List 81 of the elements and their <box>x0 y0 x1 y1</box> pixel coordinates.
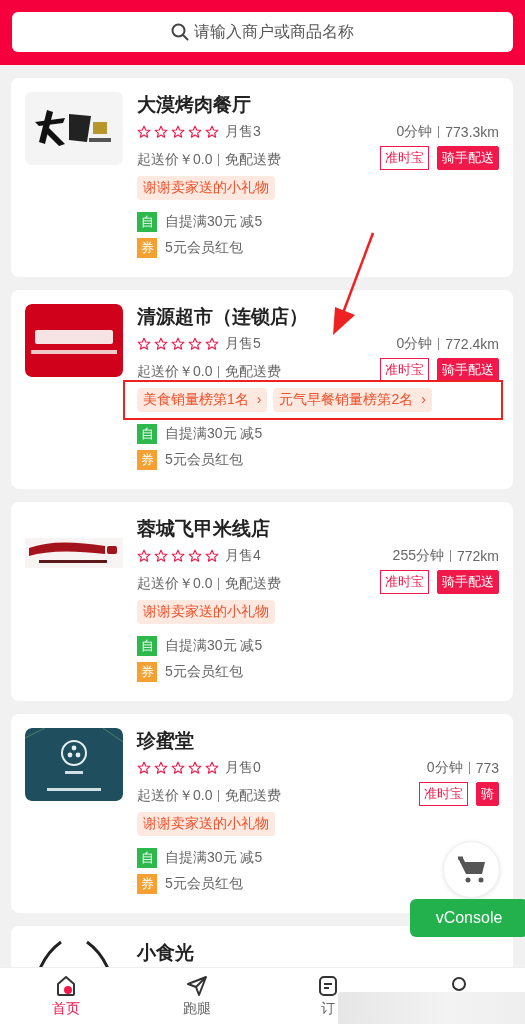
monthly-sales: 月售3 <box>225 123 261 141</box>
monthly-sales: 月售5 <box>225 335 261 353</box>
star-icon <box>171 337 185 351</box>
service-tag: 骑 <box>476 782 499 806</box>
store-name: 珍蜜堂 <box>137 729 194 753</box>
delivery-time: 0分钟 <box>396 123 433 141</box>
star-icon <box>188 761 202 775</box>
star-icon <box>205 125 219 139</box>
tab[interactable]: 首页 <box>0 968 132 1024</box>
promo-text: 5元会员红包 <box>165 451 243 469</box>
promo-badge: 券 <box>137 874 157 894</box>
service-tag: 准时宝 <box>419 782 468 806</box>
gift-badge: 谢谢卖家送的小礼物 <box>137 600 275 624</box>
star-icon <box>154 125 168 139</box>
store-name: 大漠烤肉餐厅 <box>137 93 251 117</box>
distance: 773.3km <box>445 124 499 140</box>
store-name: 小食光 <box>137 941 194 965</box>
promo-badge: 券 <box>137 238 157 258</box>
cart-icon <box>456 855 487 884</box>
delivery-fee: 免配送费 <box>225 363 282 381</box>
star-icon <box>154 337 168 351</box>
delivery-fee: 免配送费 <box>225 151 282 169</box>
minimum-order: 起送价￥0.0 <box>137 363 213 381</box>
search-icon <box>170 23 189 41</box>
minimum-order: 起送价￥0.0 <box>137 575 213 593</box>
store-name: 清源超市（连锁店） <box>137 305 308 329</box>
star-icon <box>154 549 168 563</box>
send-icon <box>184 974 209 998</box>
promo-text: 自提满30元 减5 <box>165 213 263 231</box>
promo-badge: 自 <box>137 212 157 232</box>
store-card[interactable]: 蓉城飞甲米线店 月售4 起送价￥0.0 免配送费 255分钟 772km 准时宝 骑手配送 谢谢卖家送的小礼物 自 自提满30元 减5 券 5元会员红包 <box>11 502 513 701</box>
star-icon <box>137 761 151 775</box>
star-icon <box>188 125 202 139</box>
service-tag: 骑手配送 <box>437 358 499 382</box>
promo-text: 5元会员红包 <box>165 875 243 893</box>
store-card[interactable]: 大漠烤肉餐厅 月售3 起送价￥0.0 免配送费 0分钟 773.3km 准时宝 骑手配送 谢谢卖家送的小礼物 自 自提满30元 减5 券 5元会员红包 <box>11 78 513 277</box>
store-name: 蓉城飞甲米线店 <box>137 517 270 541</box>
promo-text: 5元会员红包 <box>165 239 243 257</box>
gift-badge: 谢谢卖家送的小礼物 <box>137 812 275 836</box>
monthly-sales: 月售4 <box>225 547 261 565</box>
store-card[interactable]: 小食光 <box>11 926 513 967</box>
promo-badge: 券 <box>137 450 157 470</box>
distance: 773 <box>475 760 499 776</box>
star-icon <box>154 761 168 775</box>
promo-text: 自提满30元 减5 <box>165 425 263 443</box>
star-icon <box>188 337 202 351</box>
search-field[interactable]: 请输入商户或商品名称 <box>12 12 513 52</box>
delivery-fee: 免配送费 <box>225 787 282 805</box>
monthly-sales: 月售0 <box>225 759 261 777</box>
service-tag: 准时宝 <box>380 358 429 382</box>
promo-text: 自提满30元 减5 <box>165 849 263 867</box>
delivery-time: 0分钟 <box>396 335 433 353</box>
delivery-time: 255分钟 <box>392 547 444 565</box>
star-icon <box>205 549 219 563</box>
service-tag: 骑手配送 <box>437 146 499 170</box>
star-icon <box>171 761 185 775</box>
star-icon <box>137 549 151 563</box>
delivery-fee: 免配送费 <box>225 575 282 593</box>
tab[interactable]: 跑腿 <box>131 968 263 1024</box>
service-tag: 骑手配送 <box>437 570 499 594</box>
star-icon <box>205 337 219 351</box>
promo-badge: 自 <box>137 424 157 444</box>
star-icon <box>137 337 151 351</box>
minimum-order: 起送价￥0.0 <box>137 151 213 169</box>
service-tag: 准时宝 <box>380 146 429 170</box>
promo-text: 5元会员红包 <box>165 663 243 681</box>
minimum-order: 起送价￥0.0 <box>137 787 213 805</box>
service-tag: 准时宝 <box>380 570 429 594</box>
promo-text: 自提满30元 减5 <box>165 637 263 655</box>
star-icon <box>171 125 185 139</box>
star-icon <box>171 549 185 563</box>
promo-badge: 自 <box>137 848 157 868</box>
star-icon <box>205 761 219 775</box>
delivery-time: 0分钟 <box>426 759 463 777</box>
gift-badge: 谢谢卖家送的小礼物 <box>137 176 275 200</box>
promo-badge: 自 <box>137 636 157 656</box>
distance: 772km <box>456 548 499 564</box>
promo-badge: 券 <box>137 662 157 682</box>
distance: 772.4km <box>445 336 499 352</box>
star-icon <box>137 125 151 139</box>
star-icon <box>188 549 202 563</box>
